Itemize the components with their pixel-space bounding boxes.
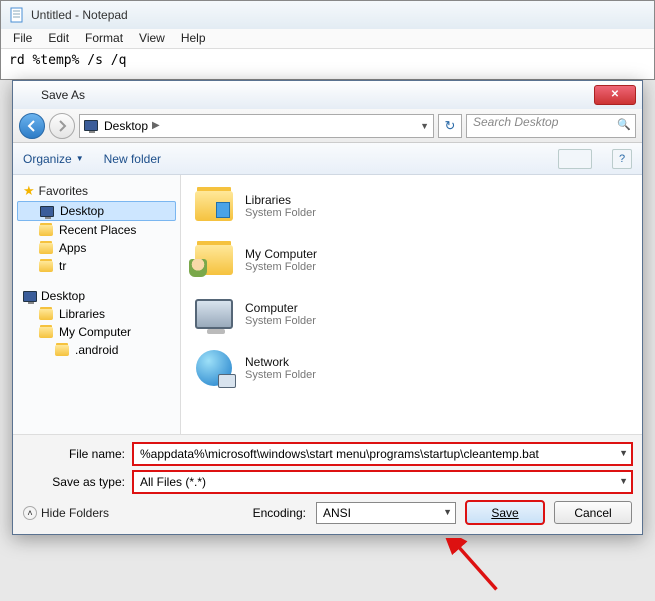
- filename-label: File name:: [23, 447, 133, 461]
- dialog-title: Save As: [41, 88, 594, 102]
- dialog-icon: [19, 87, 35, 103]
- file-list[interactable]: LibrariesSystem Folder My ComputerSystem…: [181, 175, 642, 434]
- list-item[interactable]: NetworkSystem Folder: [185, 341, 638, 395]
- chevron-down-icon[interactable]: ▼: [619, 476, 628, 486]
- notepad-window: Untitled - Notepad File Edit Format View…: [0, 0, 655, 80]
- menu-format[interactable]: Format: [77, 29, 131, 48]
- annotation-arrow-icon: [440, 538, 510, 598]
- folder-icon: [39, 309, 53, 320]
- folder-icon: [39, 243, 53, 254]
- menu-file[interactable]: File: [5, 29, 40, 48]
- nav-item-recent[interactable]: Recent Places: [17, 221, 176, 239]
- save-button[interactable]: Save: [466, 501, 544, 524]
- nav-tree-libraries[interactable]: Libraries: [17, 305, 176, 323]
- notepad-icon: [9, 7, 25, 23]
- favorites-header[interactable]: ★Favorites: [17, 181, 176, 201]
- nav-item-apps[interactable]: Apps: [17, 239, 176, 257]
- organize-button[interactable]: Organize ▼: [23, 152, 84, 166]
- refresh-button[interactable]: ↻: [438, 114, 462, 138]
- list-item[interactable]: LibrariesSystem Folder: [185, 179, 638, 233]
- chevron-down-icon[interactable]: ▼: [443, 507, 452, 517]
- menu-edit[interactable]: Edit: [40, 29, 77, 48]
- chevron-down-icon[interactable]: ▼: [619, 448, 628, 458]
- nav-item-tr[interactable]: tr: [17, 257, 176, 275]
- path-text: Desktop: [104, 119, 148, 133]
- cancel-button[interactable]: Cancel: [554, 501, 632, 524]
- view-options-button[interactable]: [558, 149, 592, 169]
- list-item[interactable]: ComputerSystem Folder: [185, 287, 638, 341]
- path-chevron-icon: ▶: [152, 120, 160, 131]
- desktop-icon: [40, 206, 54, 217]
- chevron-down-icon: ▼: [76, 154, 84, 163]
- folder-icon: [39, 327, 53, 338]
- save-as-dialog: Save As ✕ Desktop ▶ ▼ ↻ Search Desktop O…: [12, 80, 643, 535]
- hide-folders-button[interactable]: ˄ Hide Folders: [23, 506, 109, 520]
- user-folder-icon: [195, 245, 233, 275]
- navigation-pane: ★Favorites Desktop Recent Places Apps tr…: [13, 175, 181, 434]
- notepad-textarea[interactable]: rd %temp% /s /q: [1, 49, 654, 72]
- notepad-menubar: File Edit Format View Help: [1, 29, 654, 49]
- filetype-select[interactable]: All Files (*.*) ▼: [133, 471, 632, 493]
- nav-tree-mycomputer[interactable]: My Computer: [17, 323, 176, 341]
- encoding-label: Encoding:: [253, 506, 306, 520]
- notepad-title-text: Untitled - Notepad: [31, 8, 128, 22]
- folder-icon: [55, 345, 69, 356]
- dialog-titlebar[interactable]: Save As ✕: [13, 81, 642, 109]
- desktop-tree-header[interactable]: Desktop: [17, 287, 176, 305]
- address-bar[interactable]: Desktop ▶ ▼: [79, 114, 434, 138]
- libraries-icon: [195, 191, 233, 221]
- filetype-label: Save as type:: [23, 475, 133, 489]
- filename-input[interactable]: %appdata%\microsoft\windows\start menu\p…: [133, 443, 632, 465]
- nav-row: Desktop ▶ ▼ ↻ Search Desktop: [13, 109, 642, 143]
- nav-tree-android[interactable]: .android: [17, 341, 176, 359]
- new-folder-button[interactable]: New folder: [104, 152, 161, 166]
- desktop-icon: [23, 291, 37, 302]
- computer-icon: [195, 299, 233, 329]
- notepad-titlebar: Untitled - Notepad: [1, 1, 654, 29]
- list-item[interactable]: My ComputerSystem Folder: [185, 233, 638, 287]
- search-input[interactable]: Search Desktop: [466, 114, 636, 138]
- menu-view[interactable]: View: [131, 29, 173, 48]
- forward-button[interactable]: [49, 113, 75, 139]
- path-dropdown-icon[interactable]: ▼: [420, 121, 429, 131]
- menu-help[interactable]: Help: [173, 29, 214, 48]
- encoding-select[interactable]: ANSI ▼: [316, 502, 456, 524]
- help-button[interactable]: ?: [612, 149, 632, 169]
- close-button[interactable]: ✕: [594, 85, 636, 105]
- folder-icon: [39, 225, 53, 236]
- toolbar: Organize ▼ New folder ?: [13, 143, 642, 175]
- chevron-up-icon: ˄: [23, 506, 37, 520]
- save-form: File name: %appdata%\microsoft\windows\s…: [13, 434, 642, 534]
- back-button[interactable]: [19, 113, 45, 139]
- folder-icon: [39, 261, 53, 272]
- network-icon: [196, 350, 232, 386]
- desktop-path-icon: [84, 120, 98, 131]
- nav-item-desktop[interactable]: Desktop: [17, 201, 176, 221]
- star-icon: ★: [23, 183, 35, 199]
